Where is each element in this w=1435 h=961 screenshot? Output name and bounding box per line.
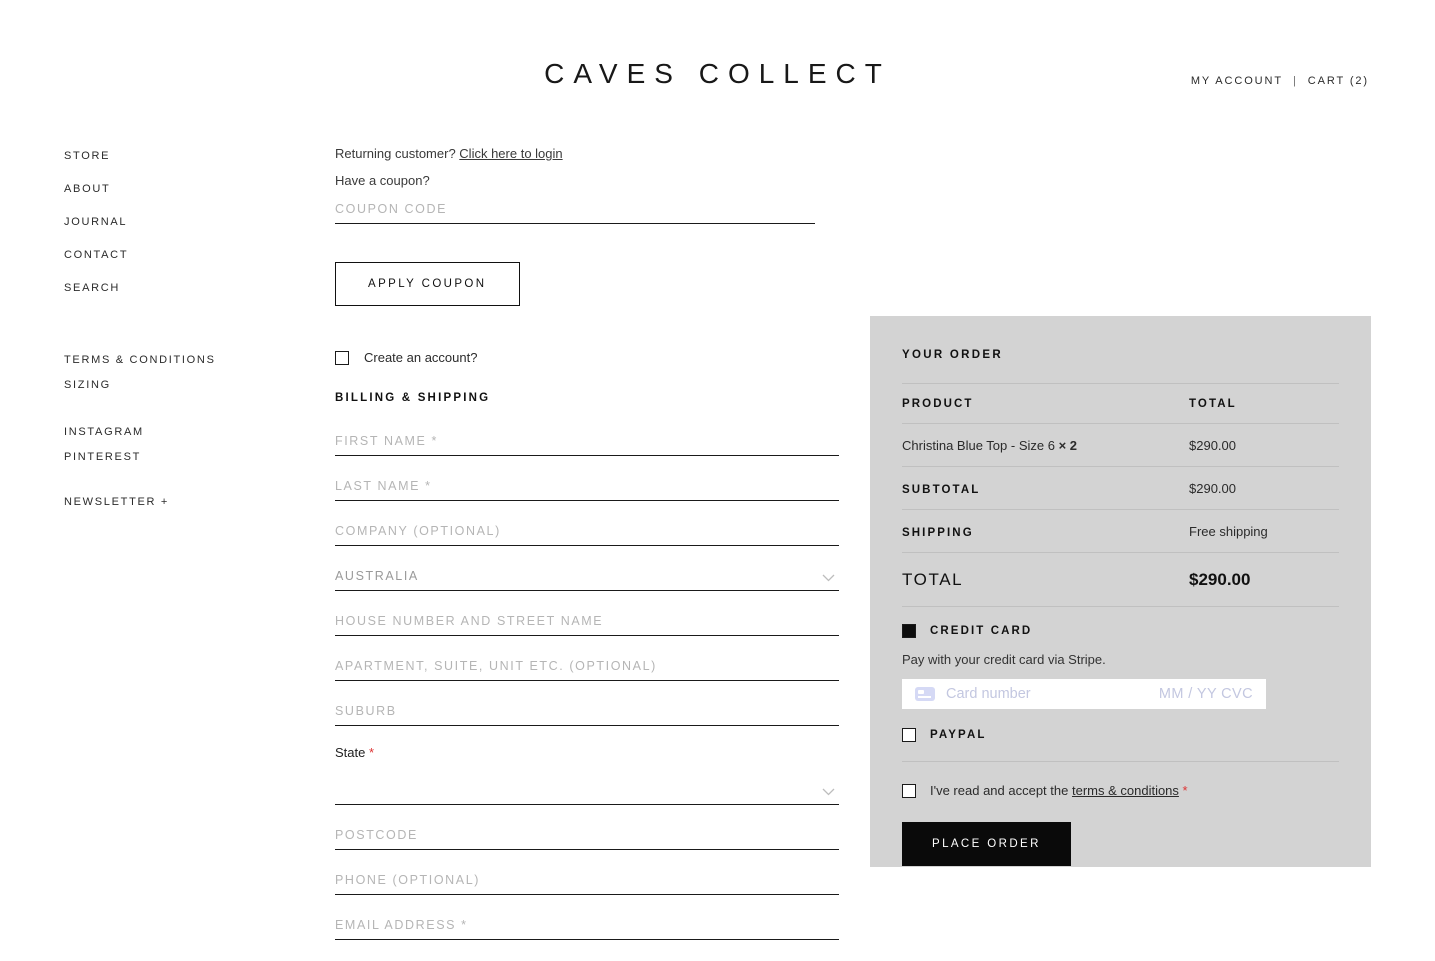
state-label-text: State	[335, 745, 366, 760]
my-account-link[interactable]: MY ACCOUNT	[1191, 75, 1283, 87]
phone-field	[335, 869, 839, 895]
card-expiry-cvc-placeholder: MM / YY CVC	[1158, 686, 1253, 702]
order-shipping-row: SHIPPING Free shipping	[902, 509, 1339, 552]
checkout-form: Returning customer? Click here to login …	[335, 146, 839, 961]
sidebar-item-terms[interactable]: TERMS & CONDITIONS	[64, 354, 294, 366]
sidebar-item-newsletter-toggle[interactable]: NEWSLETTER +	[64, 496, 294, 508]
apartment-input[interactable]	[335, 655, 839, 681]
sidebar-primary-group: STORE ABOUT JOURNAL CONTACT SEARCH	[64, 150, 294, 294]
order-subtotal-row: SUBTOTAL $290.00	[902, 466, 1339, 509]
card-number-placeholder: Card number	[946, 686, 1031, 702]
coupon-question: Have a coupon?	[335, 173, 430, 188]
sidebar-item-sizing[interactable]: SIZING	[64, 379, 294, 391]
create-account-checkbox[interactable]	[335, 350, 349, 365]
credit-card-label: CREDIT CARD	[930, 625, 1033, 637]
sidebar-item-search[interactable]: SEARCH	[64, 282, 294, 294]
terms-required-mark: *	[1182, 783, 1188, 798]
coupon-field	[335, 198, 815, 224]
checkout-page: CAVES COLLECT MY ACCOUNT | CART (2) STOR…	[0, 0, 1435, 961]
paypal-radio[interactable]	[902, 728, 916, 742]
order-total-value: $290.00	[1189, 570, 1251, 589]
street-address-input[interactable]	[335, 610, 839, 636]
shipping-value: Free shipping	[1189, 524, 1268, 539]
suburb-input[interactable]	[335, 700, 839, 726]
first-name-input[interactable]	[335, 430, 839, 456]
street-field	[335, 610, 839, 636]
email-field	[335, 914, 839, 940]
place-order-button[interactable]: PLACE ORDER	[902, 822, 1071, 866]
order-summary-panel: YOUR ORDER PRODUCT TOTAL Christina Blue …	[870, 316, 1371, 867]
shipping-label: SHIPPING	[902, 527, 974, 539]
state-label: State *	[335, 745, 839, 760]
line-item-name: Christina Blue Top - Size 6	[902, 438, 1055, 453]
terms-conditions-link[interactable]: terms & conditions	[1072, 783, 1179, 798]
sidebar-item-store[interactable]: STORE	[64, 150, 294, 162]
apply-coupon-button[interactable]: APPLY COUPON	[335, 262, 520, 306]
country-field: AUSTRALIA	[335, 565, 839, 591]
column-header-total: TOTAL	[1189, 398, 1237, 410]
order-total-row: TOTAL $290.00	[902, 552, 1339, 606]
sidebar-item-instagram[interactable]: INSTAGRAM	[64, 426, 294, 438]
terms-acceptance-row: I've read and accept the terms & conditi…	[902, 761, 1339, 798]
sidebar-social-group: INSTAGRAM PINTEREST	[64, 426, 294, 463]
line-item-qty: × 2	[1058, 438, 1078, 453]
login-link[interactable]: Click here to login	[459, 146, 562, 161]
payment-methods: CREDIT CARD Pay with your credit card vi…	[902, 606, 1339, 742]
credit-card-description: Pay with your credit card via Stripe.	[902, 652, 1106, 667]
state-select[interactable]	[335, 779, 839, 805]
sidebar-newsletter-group: NEWSLETTER +	[64, 496, 294, 508]
terms-prefix: I've read and accept the	[930, 783, 1069, 798]
line-item-total: $290.00	[1189, 438, 1236, 453]
line-item-name-wrap: Christina Blue Top - Size 6 × 2	[902, 438, 1077, 453]
email-input[interactable]	[335, 914, 839, 940]
returning-customer-line: Returning customer? Click here to login	[335, 146, 839, 161]
terms-text: I've read and accept the terms & conditi…	[930, 783, 1188, 798]
credit-card-icon	[915, 687, 935, 701]
first-name-field	[335, 430, 839, 456]
column-header-product: PRODUCT	[902, 398, 974, 410]
subtotal-label: SUBTOTAL	[902, 484, 981, 496]
postcode-input[interactable]	[335, 824, 839, 850]
order-table-header: PRODUCT TOTAL	[902, 383, 1339, 423]
sidebar-nav: STORE ABOUT JOURNAL CONTACT SEARCH TERMS…	[64, 150, 294, 508]
sidebar-item-contact[interactable]: CONTACT	[64, 249, 294, 261]
last-name-field	[335, 475, 839, 501]
company-field	[335, 520, 839, 546]
country-select[interactable]: AUSTRALIA	[335, 565, 839, 591]
sidebar-item-about[interactable]: ABOUT	[64, 183, 294, 195]
company-input[interactable]	[335, 520, 839, 546]
paypal-label: PAYPAL	[930, 729, 987, 741]
sidebar-secondary-group: TERMS & CONDITIONS SIZING	[64, 354, 294, 391]
last-name-input[interactable]	[335, 475, 839, 501]
create-account-row: Create an account?	[335, 350, 839, 365]
cart-link[interactable]: CART (2)	[1308, 75, 1369, 87]
sidebar-item-pinterest[interactable]: PINTEREST	[64, 451, 294, 463]
returning-customer-text: Returning customer?	[335, 146, 456, 161]
phone-input[interactable]	[335, 869, 839, 895]
billing-fields: AUSTRALIA State *	[335, 430, 839, 940]
credit-card-option[interactable]: CREDIT CARD	[902, 624, 1339, 638]
coupon-input[interactable]	[335, 198, 815, 224]
order-total-label: TOTAL	[902, 570, 964, 589]
apartment-field	[335, 655, 839, 681]
order-line-item: Christina Blue Top - Size 6 × 2 $290.00	[902, 423, 1339, 466]
nav-separator: |	[1292, 75, 1298, 87]
create-account-label: Create an account?	[364, 350, 478, 365]
postcode-field	[335, 824, 839, 850]
utility-nav: MY ACCOUNT | CART (2)	[1191, 75, 1369, 87]
subtotal-value: $290.00	[1189, 481, 1236, 496]
terms-checkbox[interactable]	[902, 783, 916, 798]
state-field	[335, 779, 839, 805]
credit-card-radio[interactable]	[902, 624, 916, 638]
paypal-option[interactable]: PAYPAL	[902, 728, 1339, 742]
sidebar-item-journal[interactable]: JOURNAL	[64, 216, 294, 228]
order-summary-title: YOUR ORDER	[902, 349, 1003, 361]
stripe-card-field[interactable]: Card number MM / YY CVC	[902, 679, 1266, 709]
billing-shipping-heading: BILLING & SHIPPING	[335, 392, 491, 404]
suburb-field	[335, 700, 839, 726]
state-required-mark: *	[368, 745, 375, 760]
